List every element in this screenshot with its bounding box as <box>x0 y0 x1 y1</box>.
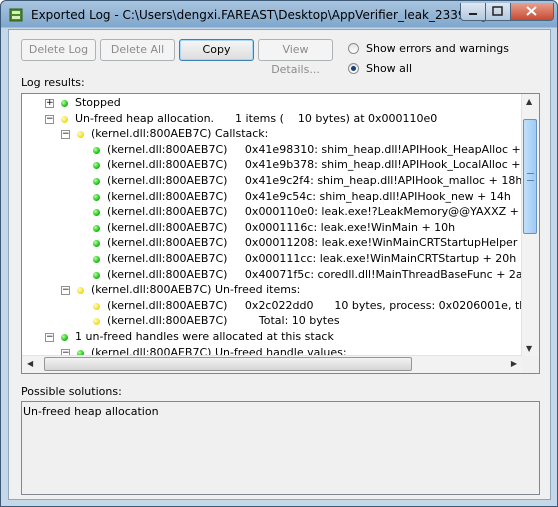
scroll-left-arrow-icon[interactable]: ◀ <box>27 359 33 368</box>
tree-row[interactable]: (kernel.dll:800AEB7C) 0x41e98310: shim_h… <box>22 142 539 158</box>
dialog-body: Delete Log Delete All Copy View Details.… <box>8 29 551 500</box>
tree-row[interactable]: (kernel.dll:800AEB7C) Total: 10 bytes <box>22 313 522 329</box>
close-button[interactable] <box>511 3 554 21</box>
minimize-icon <box>469 13 477 15</box>
log-results-tree[interactable]: + Stopped − Un-freed heap allocation. 1 ite… <box>21 93 540 374</box>
green-bullet-icon <box>93 256 100 263</box>
collapse-icon[interactable]: − <box>61 130 70 140</box>
green-bullet-icon <box>93 146 100 154</box>
tree-row[interactable]: (kernel.dll:800AEB7C) 0x000111cc: leak.e… <box>22 251 522 267</box>
tree-row-text: Un-freed heap allocation. 1 items ( 10 b… <box>75 111 438 125</box>
tree-row[interactable]: (kernel.dll:800AEB7C) 0x41e9b378: shim_h… <box>22 157 539 173</box>
green-bullet-icon <box>93 193 100 201</box>
possible-solutions-box[interactable]: Un-freed heap allocation <box>21 401 540 495</box>
tree-row[interactable]: (kernel.dll:800AEB7C) 0x2c022dd0 10 byte… <box>22 298 539 314</box>
scroll-corner <box>522 356 539 373</box>
horizontal-scrollbar[interactable]: ◀ ▶ <box>22 355 522 373</box>
radio-circle[interactable] <box>348 43 359 54</box>
possible-solutions-label: Possible solutions: <box>21 385 122 398</box>
radio-circle-checked[interactable] <box>348 63 359 74</box>
tree-row-text: (kernel.dll:800AEB7C) 0x40071f5c: coredl… <box>107 267 537 281</box>
show-all-label: Show all <box>366 62 413 75</box>
vertical-scroll-thumb[interactable] <box>523 119 537 234</box>
delete-log-button[interactable]: Delete Log <box>21 39 96 61</box>
tree-row[interactable]: (kernel.dll:800AEB7C) 0x41e9c54c: shim_h… <box>22 189 522 205</box>
view-details-button[interactable]: View Details... <box>258 39 333 76</box>
tree-row-text: (kernel.dll:800AEB7C) 0x41e9b378: shim_h… <box>107 158 540 172</box>
green-bullet-icon <box>61 100 68 107</box>
copy-button[interactable]: Copy <box>179 39 254 61</box>
close-icon <box>526 6 537 16</box>
yellow-bullet-icon <box>61 115 68 123</box>
tree-row[interactable]: (kernel.dll:800AEB7C) 0x00011208: leak.e… <box>22 235 539 251</box>
window-title: Exported Log - C:\Users\dengxi.FAREAST\D… <box>31 8 488 22</box>
tree-row-text: (kernel.dll:800AEB7C) 0x00011208: leak.e… <box>107 236 540 250</box>
tree-row[interactable]: (kernel.dll:800AEB7C) 0x000110e0: leak.e… <box>22 204 535 220</box>
yellow-bullet-icon <box>93 318 100 326</box>
tree-row-text: (kernel.dll:800AEB7C) Un-freed items: <box>91 283 301 297</box>
green-bullet-icon <box>93 178 100 185</box>
grip-icon <box>527 173 534 181</box>
scroll-up-arrow-icon[interactable]: ▲ <box>526 97 532 106</box>
tree-row[interactable]: (kernel.dll:800AEB7C) 0x40071f5c: coredl… <box>22 267 537 283</box>
yellow-bullet-icon <box>93 302 100 310</box>
yellow-bullet-icon <box>77 287 84 295</box>
vertical-scrollbar[interactable]: ▲ ▼ <box>521 94 539 356</box>
title-bar[interactable]: Exported Log - C:\Users\dengxi.FAREAST\D… <box>1 1 557 29</box>
tree-row-text: (kernel.dll:800AEB7C) Total: 10 bytes <box>107 314 340 328</box>
tree-row-text: (kernel.dll:800AEB7C) 0x0001116c: leak.e… <box>107 220 456 234</box>
log-results-label: Log results: <box>21 76 85 89</box>
tree-row-text: (kernel.dll:800AEB7C) 0x41e9c54c: shim_h… <box>107 189 511 203</box>
delete-all-button[interactable]: Delete All <box>100 39 175 61</box>
tree-row-text: (kernel.dll:800AEB7C) 0x41e98310: shim_h… <box>107 142 540 156</box>
yellow-bullet-icon <box>77 131 84 139</box>
green-bullet-icon <box>93 271 100 279</box>
green-bullet-icon <box>93 162 100 170</box>
tree-row[interactable]: − 1 un-freed handles were allocated at th… <box>22 329 522 345</box>
scroll-down-arrow-icon[interactable]: ▼ <box>526 344 532 353</box>
tree-row-text: 1 un-freed handles were allocated at thi… <box>75 330 334 343</box>
possible-solutions-text: Un-freed heap allocation <box>23 405 159 418</box>
tree-row-text: (kernel.dll:800AEB7C) 0x000110e0: leak.e… <box>107 205 536 219</box>
tree-row-text: (kernel.dll:800AEB7C) 0x2c022dd0 10 byte… <box>107 298 539 312</box>
tree-row[interactable]: − (kernel.dll:800AEB7C) Un-freed items: <box>22 282 522 298</box>
tree-row[interactable]: − (kernel.dll:800AEB7C) Callstack: <box>22 126 522 142</box>
tree-row[interactable]: − Un-freed heap allocation. 1 items ( 10 … <box>22 111 522 127</box>
tree-row-text: (kernel.dll:800AEB7C) Callstack: <box>91 127 269 141</box>
tree-row[interactable]: (kernel.dll:800AEB7C) 0x41e9c2f4: shim_h… <box>22 173 522 189</box>
minimize-button[interactable] <box>460 3 486 21</box>
scroll-right-arrow-icon[interactable]: ▶ <box>511 359 517 368</box>
collapse-icon[interactable]: − <box>45 114 54 124</box>
collapse-icon[interactable]: − <box>61 286 70 296</box>
maximize-button[interactable] <box>486 3 511 21</box>
expand-icon[interactable]: + <box>45 99 54 108</box>
show-errors-radio[interactable]: Show errors and warnings <box>348 41 538 57</box>
app-window: Exported Log - C:\Users\dengxi.FAREAST\D… <box>0 0 558 507</box>
green-bullet-icon <box>61 334 68 341</box>
tree-row[interactable]: + Stopped <box>22 95 522 111</box>
show-errors-label: Show errors and warnings <box>366 42 510 55</box>
horizontal-scroll-thumb[interactable] <box>44 357 412 371</box>
collapse-icon[interactable]: − <box>45 333 54 342</box>
tree-row-text: (kernel.dll:800AEB7C) 0x000111cc: leak.e… <box>107 252 517 265</box>
tree-row[interactable]: (kernel.dll:800AEB7C) 0x0001116c: leak.e… <box>22 220 522 236</box>
green-bullet-icon <box>93 240 100 248</box>
show-all-radio[interactable]: Show all <box>348 61 538 77</box>
tree-row-text: (kernel.dll:800AEB7C) 0x41e9c2f4: shim_h… <box>107 174 523 187</box>
green-bullet-icon <box>93 224 100 232</box>
tree-row-text: Stopped <box>75 96 121 109</box>
green-bullet-icon <box>93 209 100 217</box>
app-icon <box>9 8 23 22</box>
maximize-icon <box>492 6 503 16</box>
